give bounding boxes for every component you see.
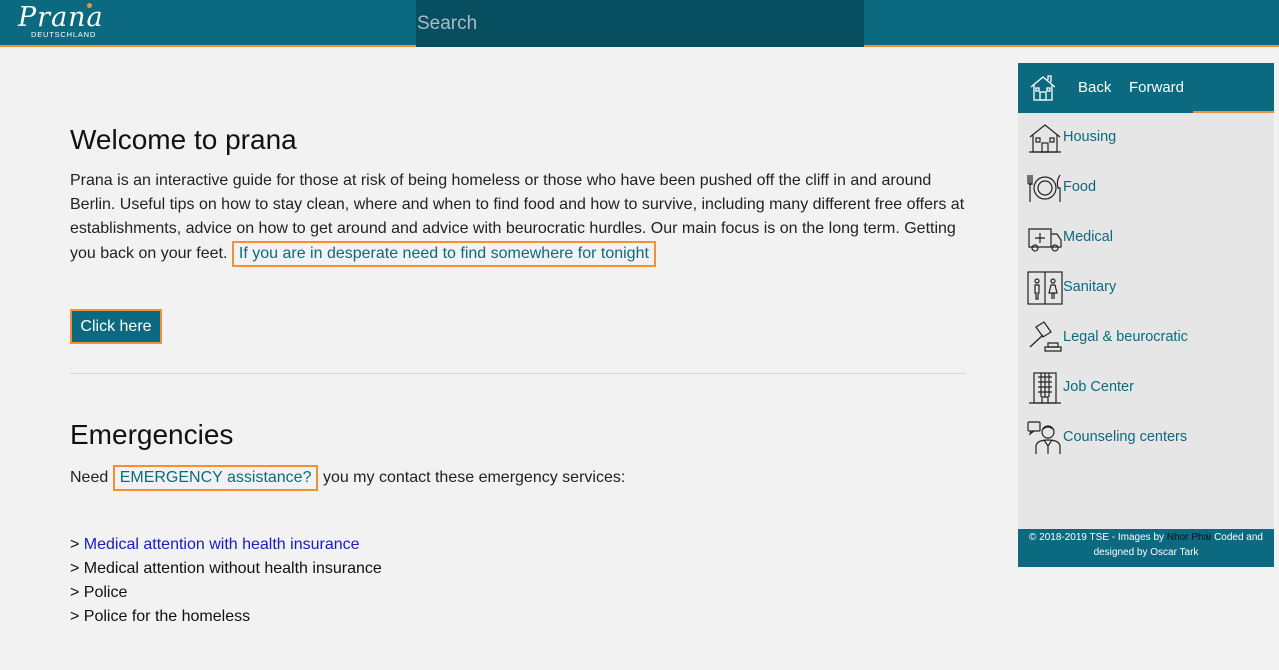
counselor-icon bbox=[1027, 421, 1061, 454]
sidebar-item-label: Food bbox=[1063, 179, 1097, 195]
back-button[interactable]: Back bbox=[1078, 75, 1111, 101]
click-here-button[interactable]: Click here bbox=[70, 309, 162, 344]
sidebar-item-label: Counseling centers bbox=[1063, 429, 1188, 445]
logo-subtext: DEUTSCHLAND bbox=[31, 30, 97, 39]
sidebar-item-counseling[interactable]: Counseling centers bbox=[1018, 413, 1274, 463]
sidebar-header: Back Forward bbox=[1018, 63, 1274, 113]
food-icon bbox=[1027, 174, 1061, 202]
logo-dot bbox=[87, 3, 92, 8]
list-item: > Medical attention with health insuranc… bbox=[70, 533, 382, 557]
list-item: > Police for the homeless bbox=[70, 605, 382, 629]
footer-image-credit-link[interactable]: Nhor Phai bbox=[1167, 532, 1211, 543]
emergency-assistance-link[interactable]: EMERGENCY assistance? bbox=[112, 465, 319, 491]
category-list: Housing Food Medical Sanitary Legal & be… bbox=[1018, 113, 1274, 463]
emergency-intro: Need EMERGENCY assistance? you my contac… bbox=[70, 464, 625, 492]
sidebar-item-food[interactable]: Food bbox=[1018, 163, 1274, 213]
sidebar-item-label: Housing bbox=[1063, 129, 1117, 145]
sidebar-item-housing[interactable]: Housing bbox=[1018, 113, 1274, 163]
emergencies-title: Emergencies bbox=[70, 419, 234, 450]
service-police-homeless: Police for the homeless bbox=[83, 608, 251, 625]
sidebar-item-label: Medical bbox=[1063, 229, 1113, 245]
sidebar-item-sanitary[interactable]: Sanitary bbox=[1018, 263, 1274, 313]
service-link-medical-insured[interactable]: Medical attention with health insurance bbox=[84, 536, 360, 553]
sidebar-footer: © 2018-2019 TSE - Images by Nhor Phai Co… bbox=[1018, 529, 1274, 567]
section-divider bbox=[70, 373, 966, 374]
service-medical-uninsured: Medical attention without health insuran… bbox=[83, 560, 382, 577]
footer-copyright: © 2018-2019 TSE - Images by bbox=[1028, 532, 1165, 543]
forward-button[interactable]: Forward bbox=[1129, 75, 1184, 101]
service-police: Police bbox=[83, 584, 128, 601]
sidebar-item-legal[interactable]: Legal & beurocratic bbox=[1018, 313, 1274, 363]
sidebar-item-job-center[interactable]: Job Center bbox=[1018, 363, 1274, 413]
ambulance-icon bbox=[1028, 228, 1062, 252]
emergency-services-list: > Medical attention with health insuranc… bbox=[70, 533, 382, 629]
list-marker: > bbox=[70, 584, 80, 601]
list-marker: > bbox=[70, 536, 80, 553]
sidebar-item-label: Sanitary bbox=[1063, 279, 1117, 295]
list-item: > Police bbox=[70, 581, 382, 605]
tonight-shelter-link[interactable]: If you are in desperate need to find som… bbox=[231, 241, 656, 267]
sidebar-item-medical[interactable]: Medical bbox=[1018, 213, 1274, 263]
need-suffix: you my contact these emergency services: bbox=[322, 469, 626, 486]
list-item: > Medical attention without health insur… bbox=[70, 557, 382, 581]
house-icon[interactable] bbox=[1027, 72, 1059, 104]
toilet-icon bbox=[1027, 271, 1063, 305]
welcome-title: Welcome to prana bbox=[70, 124, 297, 155]
intro-paragraph: Prana is an interactive guide for those … bbox=[70, 169, 966, 267]
list-marker: > bbox=[70, 560, 80, 577]
office-building-icon bbox=[1029, 372, 1061, 404]
need-prefix: Need bbox=[70, 469, 109, 486]
search-input[interactable] bbox=[416, 0, 864, 47]
gavel-icon bbox=[1029, 321, 1062, 352]
sidebar: Back Forward Housing Food Medical Sanita… bbox=[1018, 63, 1274, 567]
housing-icon bbox=[1029, 124, 1061, 153]
sidebar-item-label: Job Center bbox=[1063, 379, 1134, 395]
prana-logo[interactable]: Prana DEUTSCHLAND bbox=[18, 2, 108, 42]
list-marker: > bbox=[70, 608, 80, 625]
top-header: Prana DEUTSCHLAND bbox=[0, 0, 1279, 47]
sidebar-item-label: Legal & beurocratic bbox=[1063, 329, 1188, 345]
